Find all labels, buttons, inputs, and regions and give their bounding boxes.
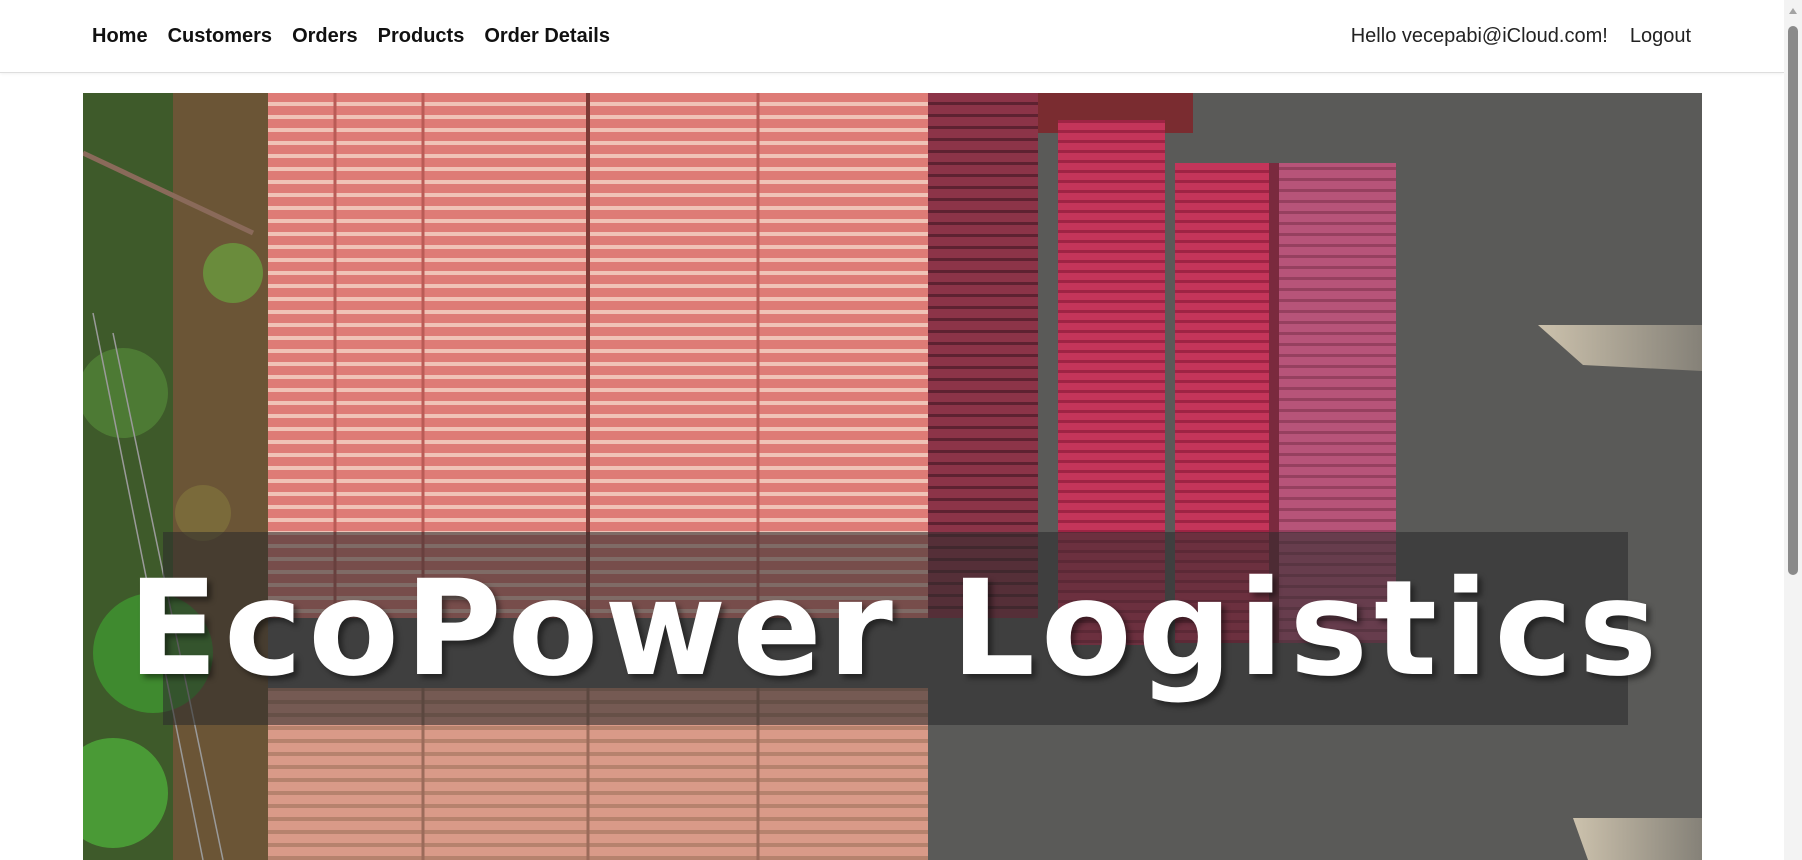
nav-orders-link[interactable]: Orders bbox=[292, 25, 358, 48]
page-scrollbar[interactable] bbox=[1784, 0, 1802, 860]
logout-link[interactable]: Logout bbox=[1630, 25, 1691, 48]
user-area: Hello vecepabi@iCloud.com! Logout bbox=[1351, 0, 1691, 72]
scroll-up-arrow-icon[interactable] bbox=[1789, 8, 1797, 14]
main-nav: Home Customers Orders Products Order Det… bbox=[92, 0, 630, 72]
hero-banner: EcoPower Logistics bbox=[83, 93, 1702, 860]
nav-customers-link[interactable]: Customers bbox=[168, 25, 272, 48]
nav-products-link[interactable]: Products bbox=[378, 25, 465, 48]
nav-order-details-link[interactable]: Order Details bbox=[484, 25, 610, 48]
hero-image bbox=[83, 93, 1702, 860]
user-greeting: Hello vecepabi@iCloud.com! bbox=[1350, 24, 1608, 47]
hero-title: EcoPower Logistics bbox=[127, 551, 1664, 706]
scroll-thumb[interactable] bbox=[1788, 26, 1798, 575]
top-navbar: Home Customers Orders Products Order Det… bbox=[0, 0, 1784, 73]
nav-home-link[interactable]: Home bbox=[92, 25, 148, 48]
